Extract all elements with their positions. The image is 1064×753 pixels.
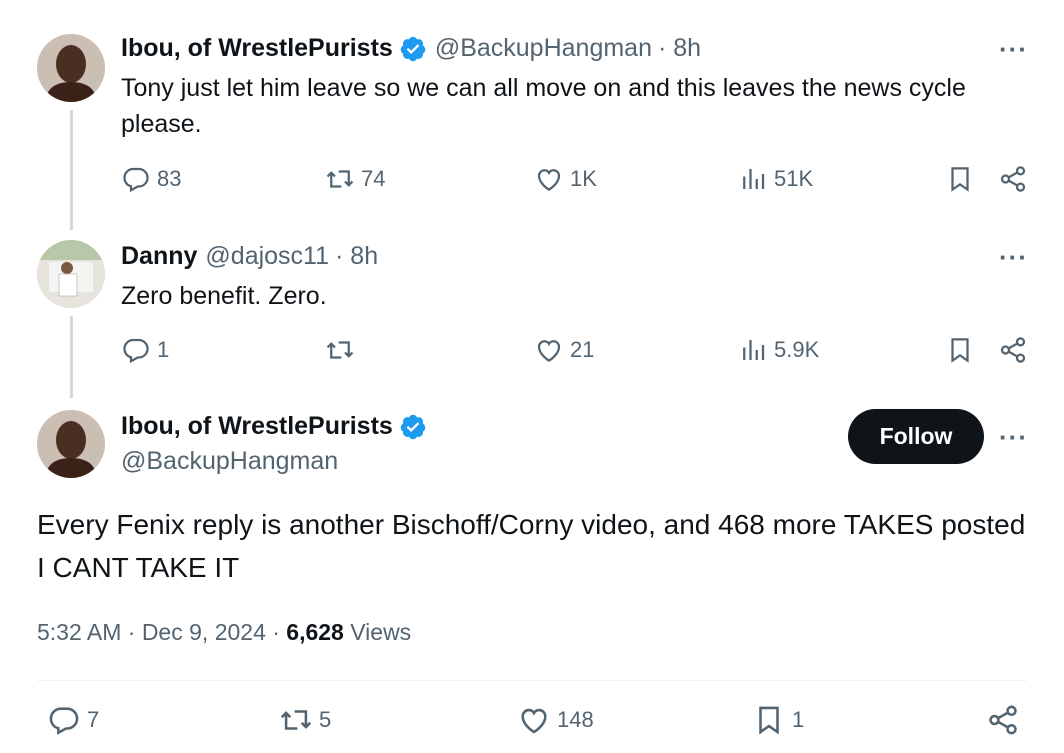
tweet-text: Tony just let him leave so we can all mo… xyxy=(121,74,966,138)
bookmark-button[interactable] xyxy=(945,335,975,365)
tweet-time[interactable]: · 8h xyxy=(658,34,701,63)
views-icon xyxy=(743,169,765,189)
bookmark-icon xyxy=(951,338,969,363)
reply-icon xyxy=(123,167,149,193)
views-label: Views xyxy=(343,619,412,645)
reply-count: 7 xyxy=(87,707,100,732)
more-options-button[interactable]: ··· xyxy=(999,242,1028,273)
retweet-count: 74 xyxy=(361,166,386,191)
main-tweet-text: Every Fenix reply is another Bischoff/Co… xyxy=(37,509,1026,583)
tweet-1-header: Ibou, of WrestlePurists @BackupHangman ·… xyxy=(121,34,701,63)
verified-badge-icon xyxy=(400,414,426,439)
bookmark-icon xyxy=(759,706,779,735)
tweet-2-header: Danny @dajosc11 · 8h xyxy=(121,242,378,271)
share-icon xyxy=(1000,166,1026,192)
reply-icon xyxy=(49,707,79,735)
share-icon xyxy=(989,705,1017,735)
author-handle[interactable]: @BackupHangman xyxy=(435,34,652,63)
like-icon xyxy=(521,708,547,734)
share-icon xyxy=(1000,337,1026,363)
like-button[interactable]: 21 xyxy=(534,335,594,365)
reply-button[interactable]: 1 xyxy=(121,335,169,365)
avatar-ibou[interactable] xyxy=(37,410,105,478)
tweet-time[interactable]: · 8h xyxy=(335,242,378,271)
views-icon xyxy=(743,340,765,360)
avatar-ibou[interactable] xyxy=(37,34,105,102)
reply-count: 83 xyxy=(157,166,182,191)
reply-button[interactable]: 7 xyxy=(47,703,99,737)
bookmark-button[interactable]: 1 xyxy=(752,703,804,737)
thread-line xyxy=(70,316,73,398)
like-button[interactable]: 148 xyxy=(517,703,594,737)
like-icon xyxy=(537,169,561,191)
like-count: 148 xyxy=(557,707,594,732)
share-button[interactable] xyxy=(986,703,1020,737)
author-name[interactable]: Danny xyxy=(121,242,197,271)
reply-count: 1 xyxy=(157,337,170,362)
more-options-button[interactable]: ··· xyxy=(999,422,1028,453)
retweet-icon xyxy=(280,710,312,730)
retweet-icon xyxy=(326,170,354,188)
like-count: 1K xyxy=(570,166,597,191)
reply-icon xyxy=(123,338,149,364)
share-button[interactable] xyxy=(998,164,1028,194)
tweet-text: Zero benefit. Zero. xyxy=(121,282,327,310)
avatar-danny[interactable] xyxy=(37,240,105,308)
bookmark-count: 1 xyxy=(792,707,805,732)
verified-badge-icon xyxy=(400,36,426,61)
like-button[interactable]: 1K xyxy=(534,164,597,194)
retweet-button[interactable]: 74 xyxy=(325,164,385,194)
like-count: 21 xyxy=(570,337,595,362)
main-tweet-author: Ibou, of WrestlePurists @BackupHangman xyxy=(121,412,427,476)
divider xyxy=(37,680,1027,681)
views-count: 5.9K xyxy=(774,337,820,362)
reply-button[interactable]: 83 xyxy=(121,164,181,194)
bookmark-button[interactable] xyxy=(945,164,975,194)
follow-button[interactable]: Follow xyxy=(848,409,984,464)
views-button[interactable]: 51K xyxy=(738,164,813,194)
retweet-count: 5 xyxy=(319,707,332,732)
bookmark-icon xyxy=(951,167,969,192)
more-options-button[interactable]: ··· xyxy=(999,34,1028,65)
retweet-button[interactable] xyxy=(325,335,361,365)
views-button[interactable]: 5.9K xyxy=(738,335,819,365)
views-count: 6,628 xyxy=(286,619,344,645)
retweet-icon xyxy=(326,341,354,359)
thread-line xyxy=(70,110,73,230)
share-button[interactable] xyxy=(998,335,1028,365)
author-name[interactable]: Ibou, of WrestlePurists xyxy=(121,34,393,63)
retweet-button[interactable]: 5 xyxy=(279,703,331,737)
like-icon xyxy=(537,340,561,362)
tweet-metadata: 5:32 AM · Dec 9, 2024 · 6,628 Views xyxy=(37,619,411,646)
author-handle[interactable]: @dajosc11 xyxy=(205,242,329,271)
views-count: 51K xyxy=(774,166,814,191)
author-handle[interactable]: @BackupHangman xyxy=(121,447,427,476)
author-name[interactable]: Ibou, of WrestlePurists xyxy=(121,412,393,441)
tweet-timestamp[interactable]: 5:32 AM · Dec 9, 2024 · xyxy=(37,619,286,645)
